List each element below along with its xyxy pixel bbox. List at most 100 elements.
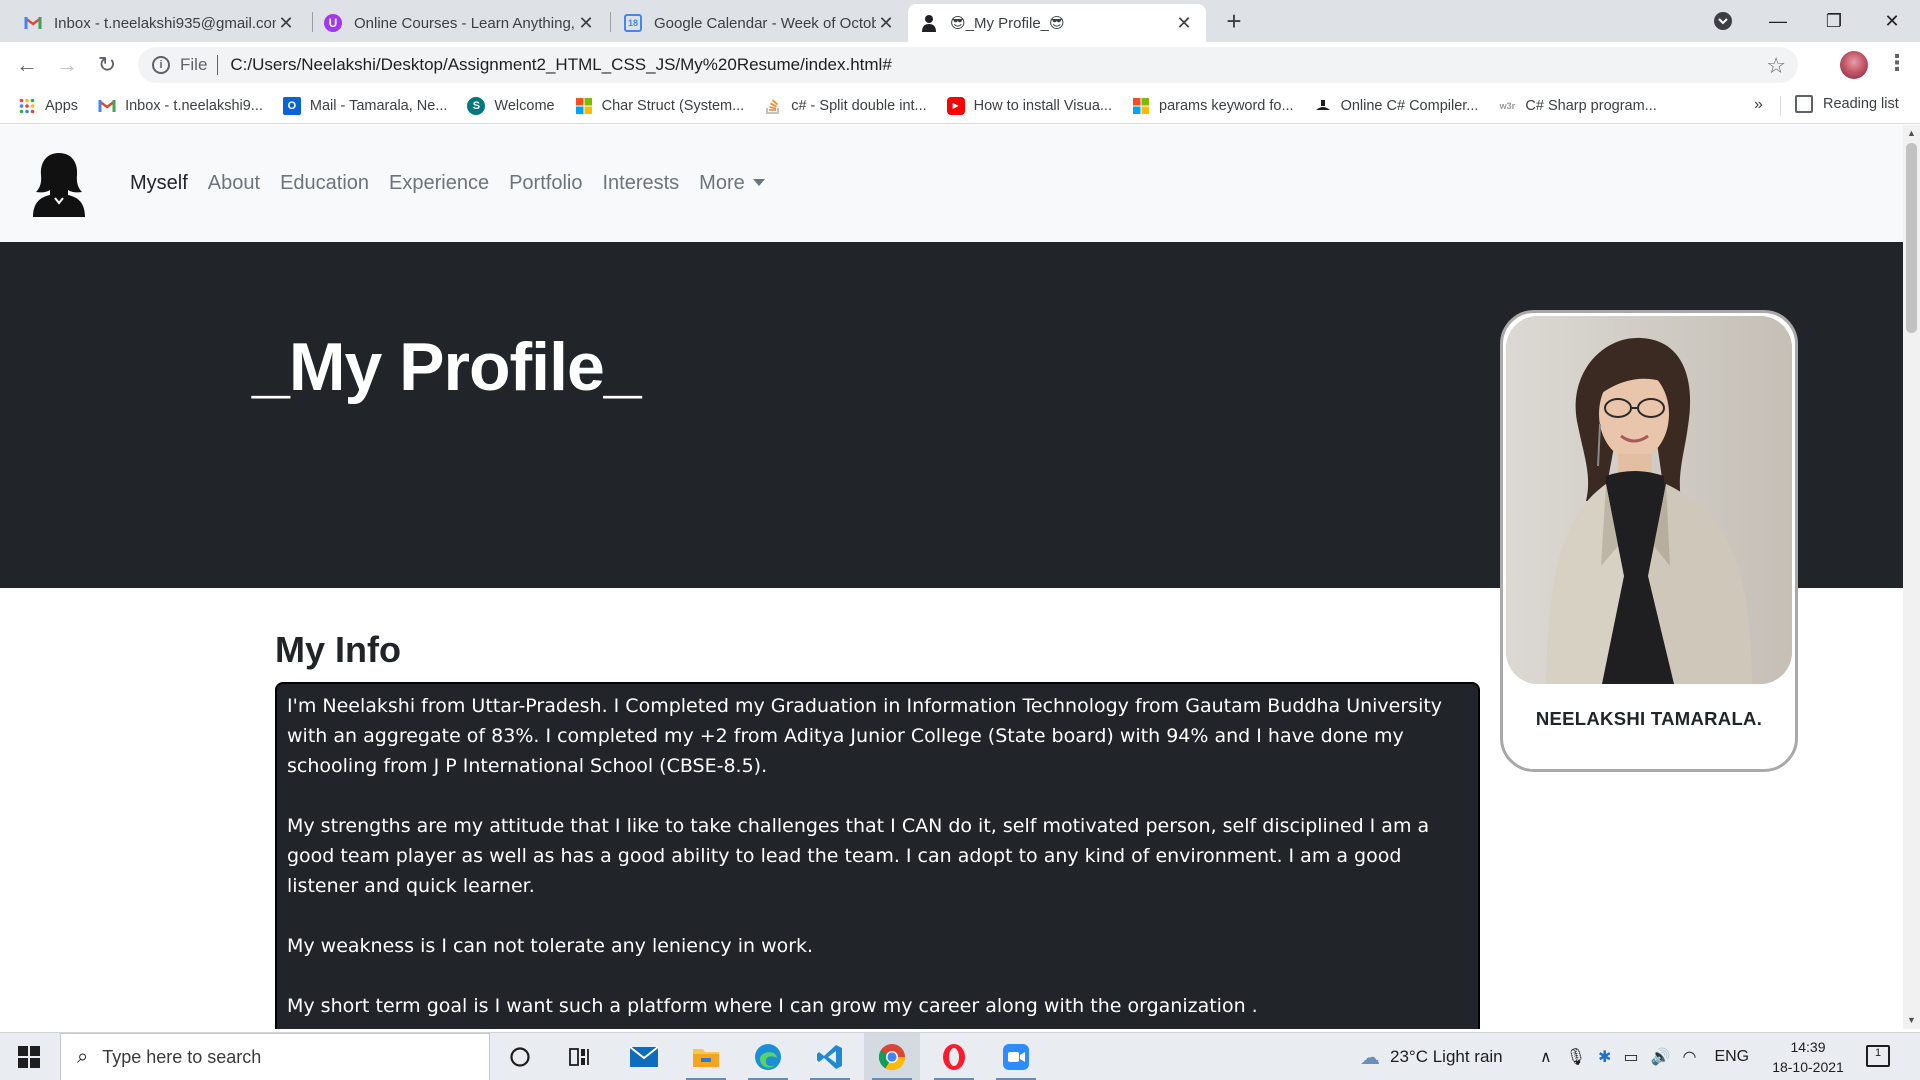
- tab-gmail[interactable]: Inbox - t.neelakshi935@gmail.com ✕: [12, 4, 308, 42]
- cortana-icon[interactable]: [492, 1033, 548, 1080]
- forward-button[interactable]: →: [52, 50, 82, 80]
- tab-title: Online Courses - Learn Anything,: [354, 14, 575, 32]
- site-nav-links: Myself About Education Experience Portfo…: [130, 125, 785, 242]
- windows-taskbar: ⌕ Type here to search ☁ 23°C Light rain …: [0, 1032, 1920, 1080]
- calendar-icon: 18: [624, 14, 642, 32]
- compiler-icon: [1314, 97, 1332, 115]
- address-bar[interactable]: i File C:/Users/Neelakshi/Desktop/Assign…: [138, 47, 1798, 83]
- close-tab-icon[interactable]: ✕: [876, 13, 896, 34]
- udemy-icon: U: [324, 14, 342, 32]
- sharepoint-icon: S: [467, 96, 486, 115]
- tab-search-icon[interactable]: [1695, 0, 1751, 42]
- nav-link-education[interactable]: Education: [280, 172, 369, 195]
- battery-icon[interactable]: ▭: [1623, 1047, 1638, 1067]
- bookmark-split-double[interactable]: c# - Split double int...: [764, 97, 927, 115]
- close-tab-icon[interactable]: ✕: [276, 13, 296, 34]
- page-scrollbar[interactable]: ▲ ▼: [1903, 125, 1920, 1029]
- zoom-app-icon[interactable]: [988, 1033, 1044, 1080]
- taskbar-search-box[interactable]: ⌕ Type here to search: [60, 1033, 490, 1080]
- nav-link-experience[interactable]: Experience: [389, 172, 489, 195]
- back-button[interactable]: ←: [12, 50, 42, 80]
- new-tab-button[interactable]: +: [1220, 8, 1248, 36]
- url-text[interactable]: C:/Users/Neelakshi/Desktop/Assignment2_H…: [230, 55, 891, 75]
- restore-button[interactable]: ❐: [1806, 0, 1862, 42]
- vscode-icon[interactable]: [802, 1033, 858, 1080]
- weather-widget[interactable]: ☁ 23°C Light rain: [1360, 1033, 1503, 1080]
- microphone-icon[interactable]: 🎙: [1566, 1047, 1586, 1067]
- youtube-icon: ▶: [946, 96, 965, 115]
- scroll-up-arrow-icon[interactable]: ▲: [1903, 125, 1920, 142]
- microsoft-icon: [575, 97, 593, 115]
- file-explorer-icon[interactable]: [678, 1033, 734, 1080]
- tab-title: 😎_My Profile_😎: [950, 15, 1065, 32]
- tab-divider: [610, 12, 611, 32]
- taskbar-clock[interactable]: 14:39 18-10-2021: [1768, 1037, 1848, 1077]
- bookmark-label: c# - Split double int...: [791, 97, 927, 114]
- info-paragraph: My weakness is I can not tolerate any le…: [287, 935, 814, 957]
- gmail-icon: [24, 14, 42, 32]
- opera-browser-icon[interactable]: [926, 1033, 982, 1080]
- nav-link-myself[interactable]: Myself: [130, 172, 188, 195]
- notification-center-icon[interactable]: 1: [1866, 1045, 1890, 1067]
- bookmark-label: Char Struct (System...: [601, 97, 745, 114]
- brand-logo[interactable]: [20, 145, 98, 223]
- browser-toolbar: ← → ↻ i File C:/Users/Neelakshi/Desktop/…: [0, 42, 1920, 88]
- bookmark-label: How to install Visua...: [973, 97, 1112, 114]
- edge-browser-icon[interactable]: [740, 1033, 796, 1080]
- bookmark-install-visual[interactable]: ▶ How to install Visua...: [946, 96, 1112, 115]
- bookmark-params[interactable]: params keyword fo...: [1132, 97, 1294, 115]
- bookmark-welcome[interactable]: S Welcome: [467, 96, 555, 115]
- info-text-box: I'm Neelakshi from Uttar-Pradesh. I Comp…: [275, 682, 1480, 1029]
- bookmark-inbox[interactable]: Inbox - t.neelakshi9...: [98, 97, 263, 115]
- tab-my-profile[interactable]: 😎_My Profile_😎 ✕: [908, 4, 1206, 42]
- chrome-menu-icon[interactable]: ⋮: [1886, 50, 1908, 76]
- nav-dropdown-more[interactable]: More: [699, 172, 765, 195]
- show-hidden-icons-chevron-icon[interactable]: ∧: [1540, 1047, 1552, 1067]
- w3r-icon: w3r: [1499, 100, 1516, 111]
- profile-card: NEELAKSHI TAMARALA.: [1500, 310, 1798, 772]
- bluetooth-icon[interactable]: ✱: [1598, 1047, 1611, 1067]
- tab-title: Google Calendar - Week of Octob: [654, 14, 876, 32]
- volume-icon[interactable]: 🔊: [1651, 1047, 1671, 1067]
- search-icon: ⌕: [77, 1045, 89, 1068]
- close-window-button[interactable]: ✕: [1864, 0, 1920, 42]
- close-tab-icon[interactable]: ✕: [576, 13, 596, 34]
- chrome-profile-avatar[interactable]: [1840, 51, 1868, 79]
- bookmark-mail[interactable]: O Mail - Tamarala, Ne...: [282, 96, 448, 115]
- chrome-browser-icon[interactable]: [864, 1033, 920, 1080]
- language-indicator[interactable]: ENG: [1714, 1048, 1749, 1066]
- wifi-icon[interactable]: ◠: [1682, 1047, 1696, 1067]
- nav-link-interests[interactable]: Interests: [602, 172, 679, 195]
- bookmark-apps[interactable]: Apps: [18, 97, 78, 115]
- minimize-button[interactable]: —: [1750, 0, 1806, 42]
- info-paragraph: My strengths are my attitude that I like…: [287, 815, 1430, 897]
- windows-logo-icon: [18, 1046, 40, 1068]
- site-navbar: Myself About Education Experience Portfo…: [0, 125, 1903, 242]
- tab-calendar[interactable]: 18 Google Calendar - Week of Octob ✕: [612, 4, 908, 42]
- site-info-icon[interactable]: i: [152, 56, 170, 74]
- bookmarks-overflow-chevron[interactable]: »: [1754, 96, 1763, 114]
- bookmark-char-struct[interactable]: Char Struct (System...: [575, 97, 745, 115]
- nav-link-about[interactable]: About: [208, 172, 260, 195]
- bookmark-online-compiler[interactable]: Online C# Compiler...: [1314, 97, 1478, 115]
- scrollbar-thumb[interactable]: [1906, 143, 1917, 333]
- bookmark-csharp-program[interactable]: w3r C# Sharp program...: [1498, 97, 1657, 115]
- start-button[interactable]: [0, 1033, 58, 1080]
- bookmark-star-icon[interactable]: ☆: [1766, 53, 1786, 79]
- close-tab-icon[interactable]: ✕: [1174, 13, 1194, 34]
- nav-link-portfolio[interactable]: Portfolio: [509, 172, 582, 195]
- reload-button[interactable]: ↻: [92, 50, 122, 80]
- task-view-icon[interactable]: [552, 1033, 608, 1080]
- notification-count: 1: [1874, 1047, 1882, 1059]
- bookmark-label: Welcome: [494, 97, 555, 114]
- mail-app-icon[interactable]: [616, 1033, 672, 1080]
- reading-list-button[interactable]: Reading list: [1795, 95, 1899, 113]
- bookmark-label: C# Sharp program...: [1525, 97, 1657, 114]
- reading-list-label: Reading list: [1823, 96, 1899, 112]
- scroll-down-arrow-icon[interactable]: ▼: [1903, 1012, 1920, 1029]
- tab-udemy[interactable]: U Online Courses - Learn Anything, ✕: [312, 4, 608, 42]
- profile-photo: [1506, 316, 1792, 684]
- info-paragraph: I'm Neelakshi from Uttar-Pradesh. I Comp…: [287, 695, 1443, 777]
- bookmark-label: Mail - Tamarala, Ne...: [309, 97, 448, 114]
- bookmark-label: Apps: [45, 97, 79, 114]
